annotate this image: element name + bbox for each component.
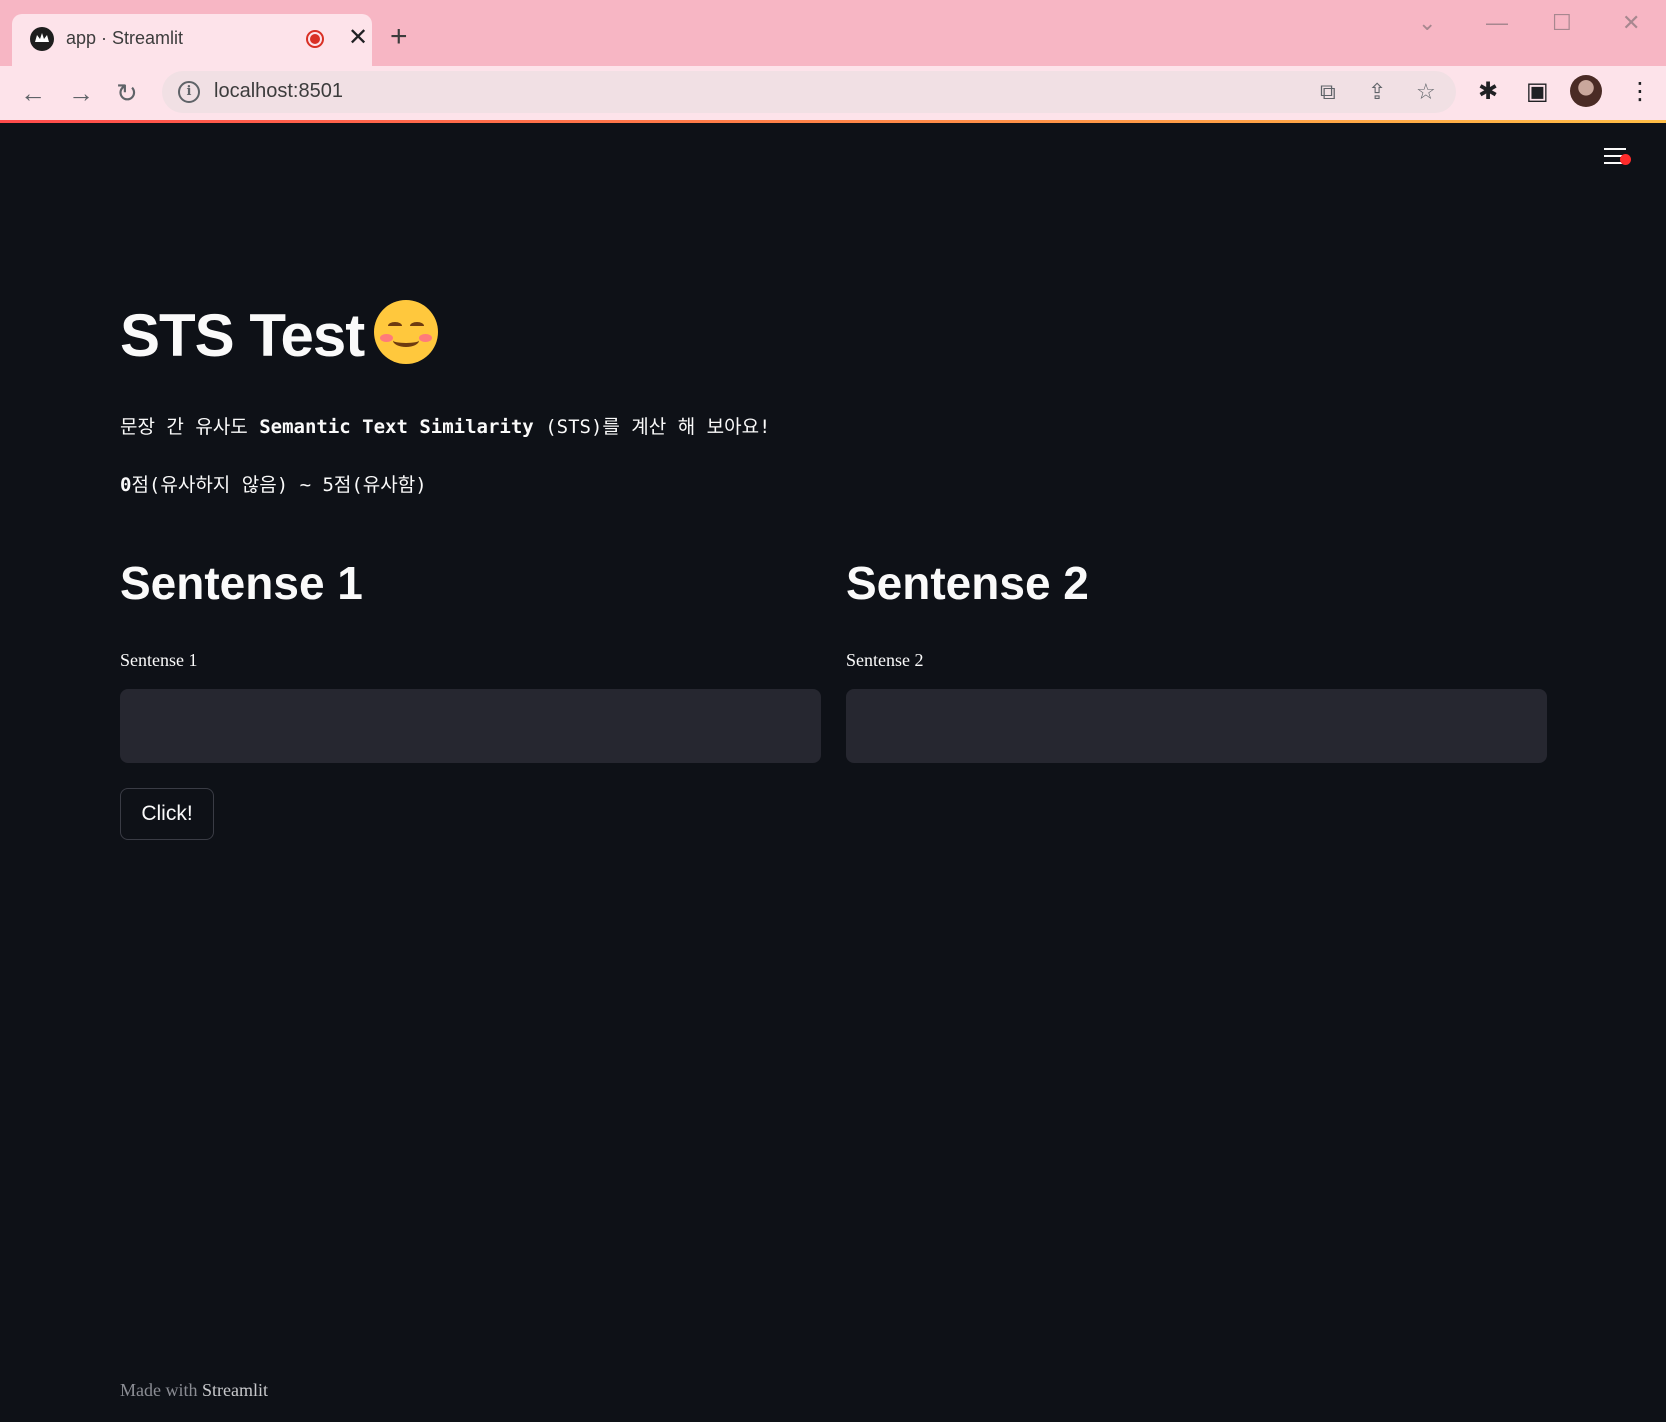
new-tab-button[interactable]: + (390, 22, 408, 52)
streamlit-link[interactable]: Streamlit (202, 1380, 268, 1400)
sentence-2-heading: Sentense 2 (846, 557, 1089, 609)
back-icon[interactable]: ← (20, 76, 46, 110)
tab-close-icon[interactable]: ✕ (348, 24, 368, 52)
footer-made-with: Made with (120, 1380, 202, 1400)
extensions-icon[interactable]: ✱ (1478, 77, 1498, 107)
tab-title: app · Streamlit (66, 28, 184, 48)
browser-toolbar: ← → ↻ i localhost:8501 ⧉ ⇪ ☆ ✱ ▣ ⋮ (0, 66, 1666, 120)
address-bar[interactable]: i localhost:8501 ⧉ ⇪ ☆ (162, 71, 1456, 113)
side-panel-icon[interactable]: ▣ (1526, 77, 1549, 107)
sentence-2-label: Sentense 2 (846, 650, 924, 670)
footer: Made with Streamlit (120, 1380, 268, 1401)
profile-avatar[interactable] (1570, 75, 1602, 107)
minimize-button[interactable]: — (1486, 8, 1508, 38)
url-text[interactable]: localhost:8501 (214, 80, 343, 103)
forward-icon[interactable]: → (68, 76, 94, 110)
smiling-face-emoji-icon (374, 300, 439, 364)
description-line-2: 0점(유사하지 않음) ~ 5점(유사함) (120, 474, 427, 496)
click-button[interactable]: Click! (120, 788, 214, 840)
recording-indicator-icon (306, 30, 324, 48)
sentence-1-heading: Sentense 1 (120, 557, 363, 609)
browser-tab-strip: app · Streamlit ✕ + ⌄ — ☐ ✕ (0, 0, 1666, 66)
maximize-button[interactable]: ☐ (1552, 8, 1572, 38)
window-close-button[interactable]: ✕ (1622, 8, 1640, 38)
description-line-1: 문장 간 유사도 Semantic Text Similarity (STS)를… (120, 416, 771, 438)
page-title: STS Test (120, 300, 439, 370)
bookmark-star-icon[interactable]: ☆ (1416, 79, 1436, 105)
hamburger-menu-icon[interactable] (1604, 146, 1631, 168)
sentence-1-input[interactable] (120, 689, 821, 763)
streamlit-decoration-bar (0, 120, 1666, 123)
site-info-icon[interactable]: i (178, 81, 200, 103)
browser-menu-icon[interactable]: ⋮ (1628, 77, 1652, 107)
streamlit-favicon-icon (30, 27, 54, 51)
share-icon[interactable]: ⇪ (1368, 79, 1386, 105)
sentence-1-label: Sentense 1 (120, 650, 198, 670)
reload-icon[interactable]: ↻ (116, 76, 138, 110)
tab-search-icon[interactable]: ⌄ (1418, 8, 1436, 38)
sentence-2-input[interactable] (846, 689, 1547, 763)
notification-dot (1620, 154, 1631, 165)
browser-tab[interactable]: app · Streamlit ✕ (12, 14, 372, 66)
translate-icon[interactable]: ⧉ (1320, 79, 1336, 105)
